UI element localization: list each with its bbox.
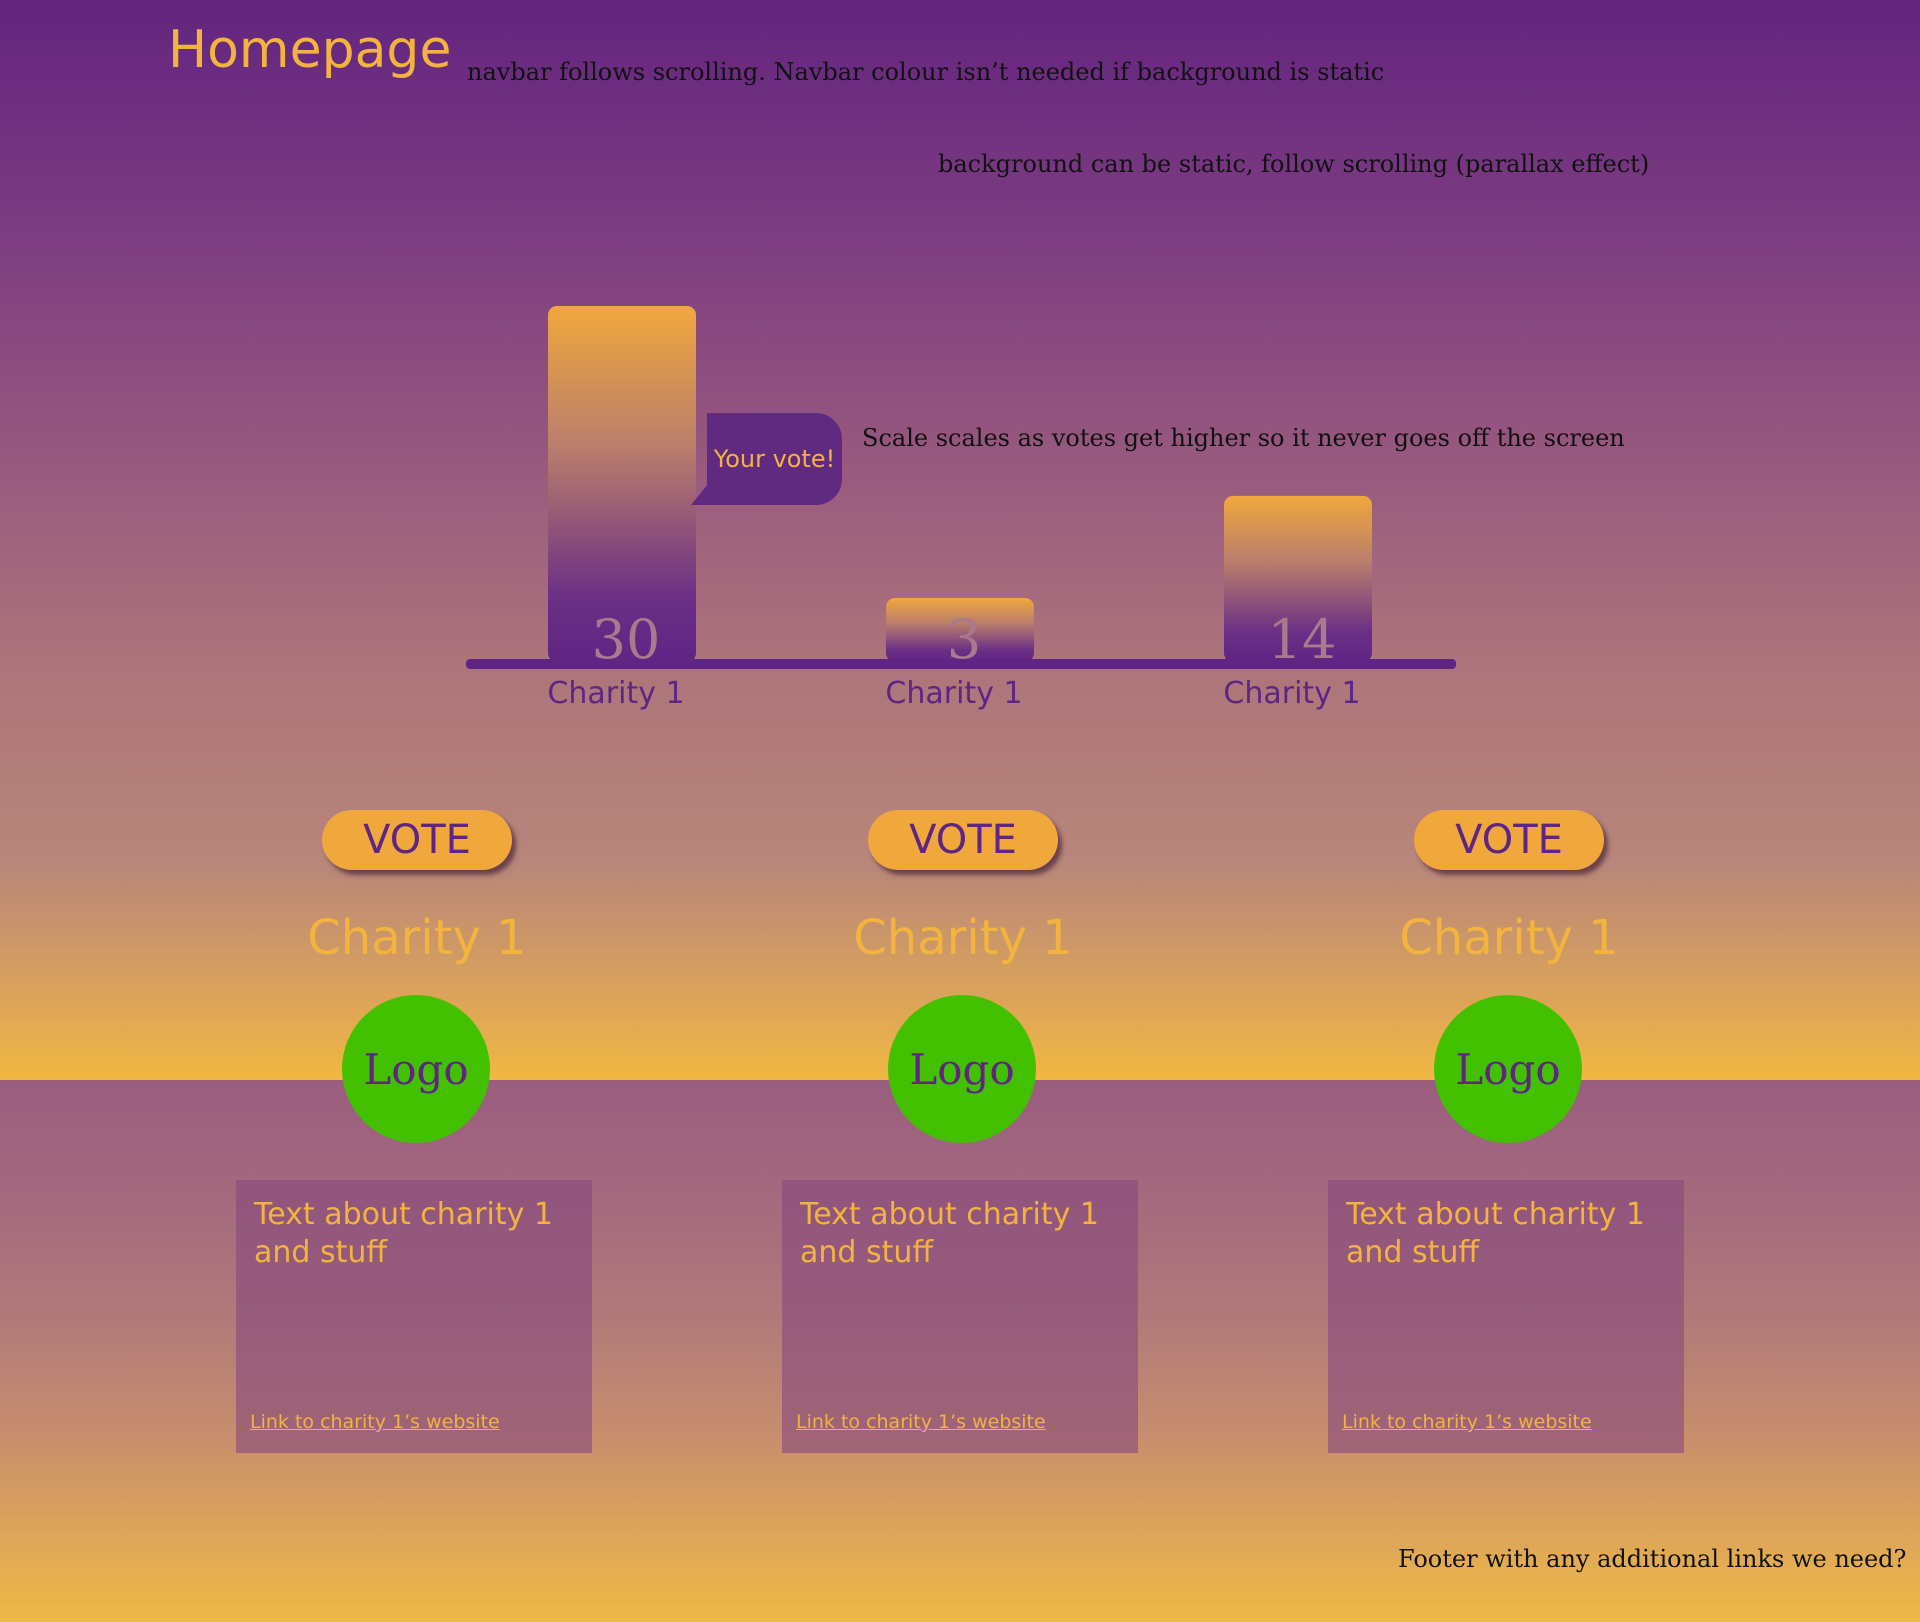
- charity-logo: Logo: [342, 995, 490, 1143]
- charity-description: Text about charity 1 and stuff: [254, 1197, 554, 1270]
- category-label: Charity 1: [885, 676, 1022, 711]
- charity-website-link[interactable]: Link to charity 1’s website: [796, 1411, 1046, 1433]
- charity-description: Text about charity 1 and stuff: [800, 1197, 1100, 1270]
- charity-info-card: Text about charity 1 and stuff Link to c…: [236, 1180, 592, 1453]
- charity-logo: Logo: [1434, 995, 1582, 1143]
- vote-button[interactable]: VOTE: [322, 810, 512, 870]
- charity-name: Charity 1: [853, 910, 1073, 966]
- your-vote-bubble: Your vote!: [691, 413, 842, 505]
- vote-button[interactable]: VOTE: [868, 810, 1058, 870]
- category-label: Charity 1: [547, 676, 684, 711]
- charity-info-card: Text about charity 1 and stuff Link to c…: [782, 1180, 1138, 1453]
- charity-name: Charity 1: [307, 910, 527, 966]
- charity-info-card: Text about charity 1 and stuff Link to c…: [1328, 1180, 1684, 1453]
- charity-name: Charity 1: [1399, 910, 1619, 966]
- chart-baseline: [466, 659, 1456, 669]
- charity-logo: Logo: [888, 995, 1036, 1143]
- charity-website-link[interactable]: Link to charity 1’s website: [1342, 1411, 1592, 1433]
- footer-note[interactable]: Footer with any additional links we need…: [1398, 1545, 1906, 1573]
- category-label: Charity 1: [1223, 676, 1360, 711]
- charity-website-link[interactable]: Link to charity 1’s website: [250, 1411, 500, 1433]
- vote-bar-chart: 30 3 14 Charity 1 Charity 1 Charity 1: [466, 306, 1456, 711]
- vote-button[interactable]: VOTE: [1414, 810, 1604, 870]
- charity-description: Text about charity 1 and stuff: [1346, 1197, 1646, 1270]
